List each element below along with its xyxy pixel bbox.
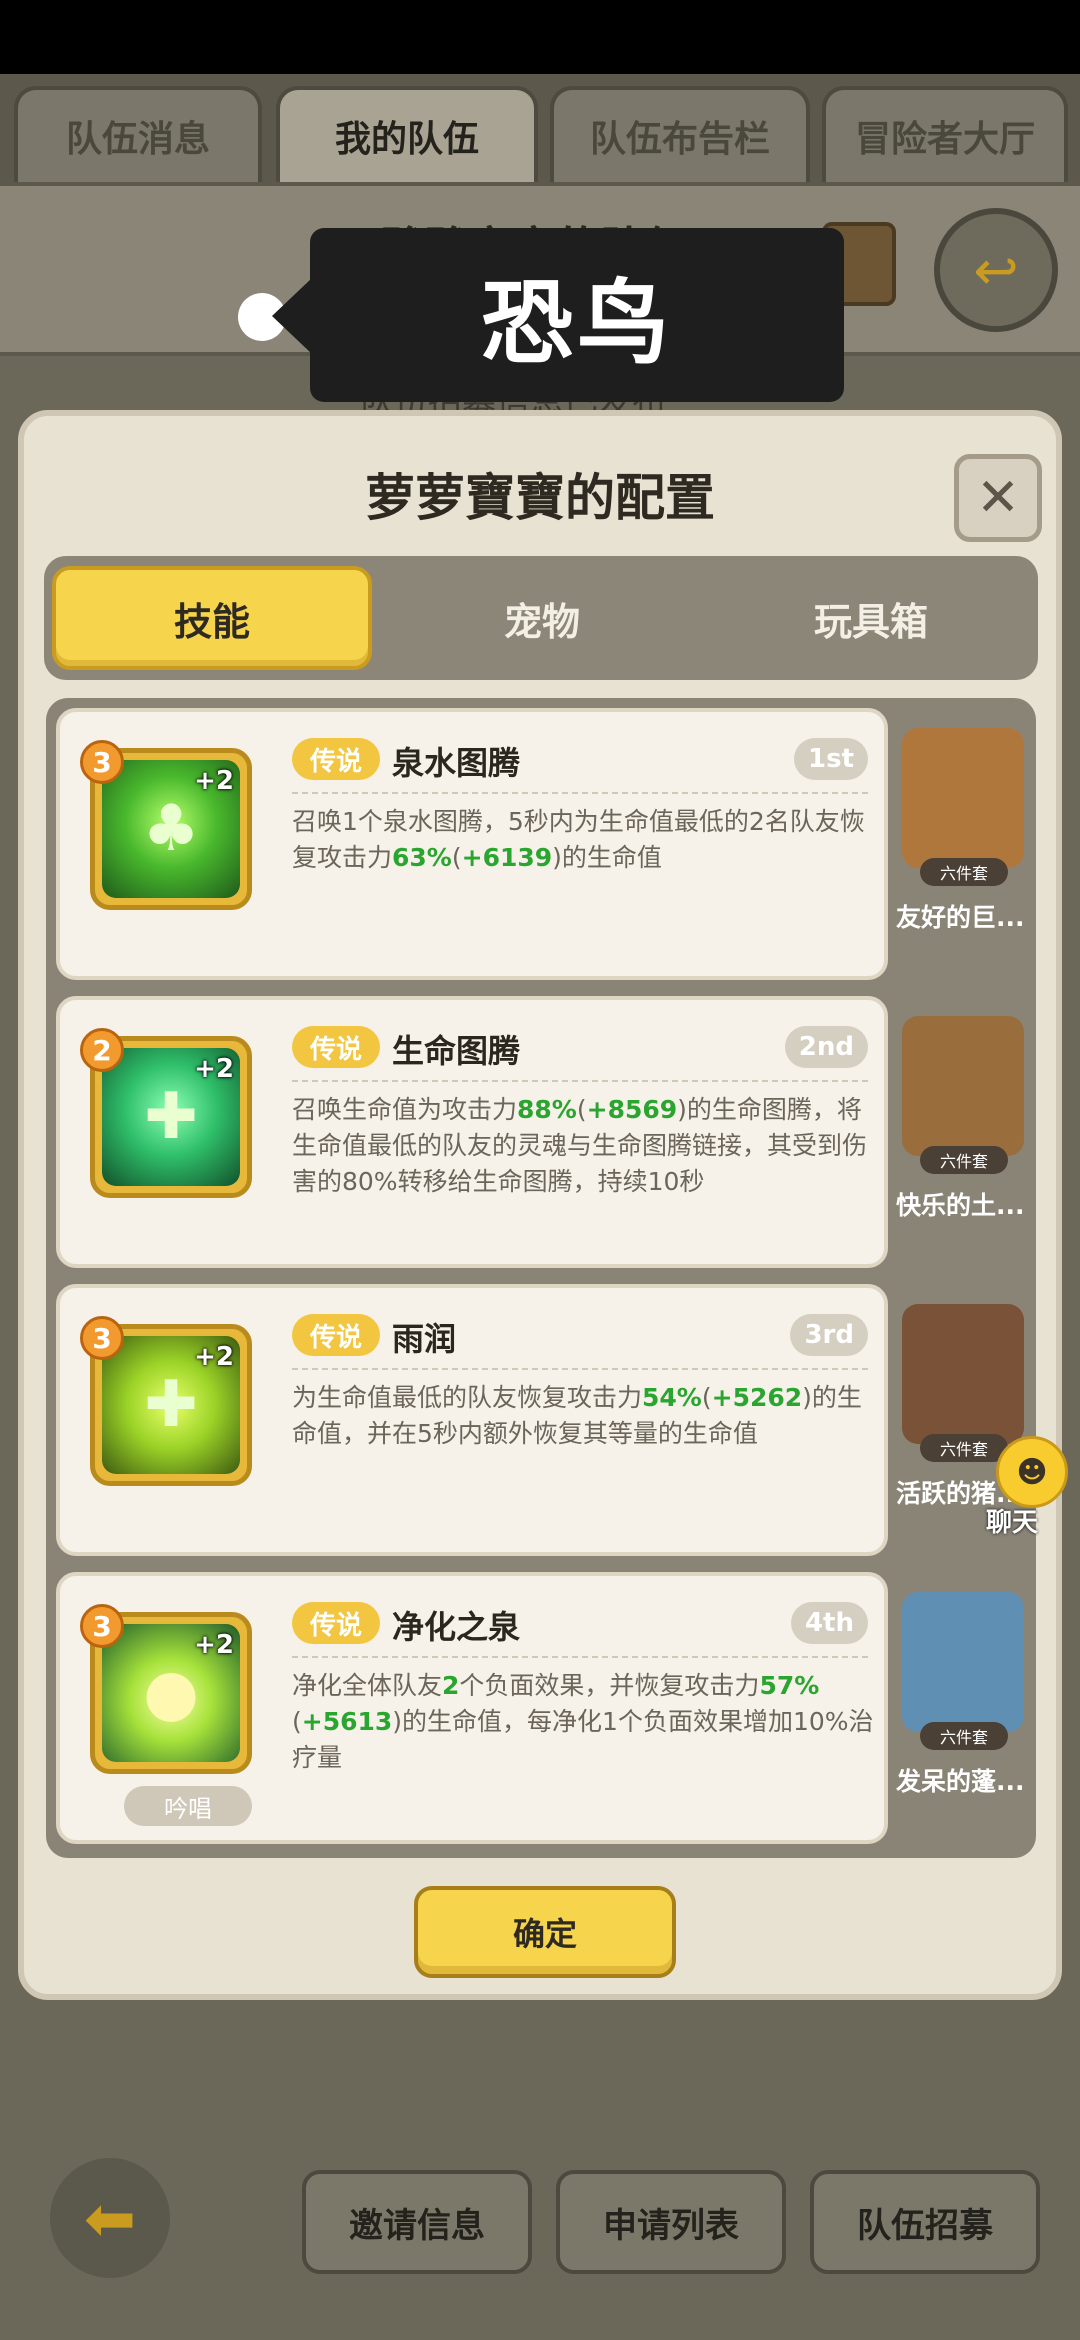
divider [292, 1368, 868, 1370]
tab-pets[interactable]: 宠物 [382, 566, 702, 670]
config-tab-bar: 技能 宠物 玩具箱 [44, 556, 1038, 680]
upgrade-badge: +2 [194, 1630, 234, 1660]
rarity-badge: 传说 [292, 1314, 380, 1356]
totem-icon: ♣ [142, 792, 200, 866]
upgrade-badge: +2 [194, 1342, 234, 1372]
chat-icon: ☻ [996, 1436, 1068, 1508]
level-badge: 2 [80, 1028, 124, 1072]
pet-set-badge: 六件套 [920, 858, 1008, 886]
upgrade-badge: +2 [194, 766, 234, 796]
pet-set-badge: 六件套 [920, 1722, 1008, 1750]
config-dialog: 萝萝寶寶的配置 ✕ 技能 宠物 玩具箱 ♣ +2 3 传说 泉水图腾 1st 召… [18, 410, 1062, 2000]
rank-badge: 2nd [784, 1026, 868, 1068]
skill-card[interactable]: ✚ +2 2 传说 生命图腾 2nd 召唤生命值为攻击力88%(+8569)的生… [56, 996, 888, 1268]
pet-slot[interactable]: 六件套 友好的巨... [896, 708, 1032, 980]
skill-list[interactable]: ♣ +2 3 传说 泉水图腾 1st 召唤1个泉水图腾，5秒内为生命值最低的2名… [46, 698, 1036, 1858]
skill-description: 为生命值最低的队友恢复攻击力54%(+5262)的生命值，并在5秒内额外恢复其等… [292, 1383, 862, 1448]
tab-team-messages[interactable]: 队伍消息 [14, 86, 262, 182]
pet-slot[interactable]: 六件套 发呆的蓬... [896, 1572, 1032, 1844]
level-badge: 3 [80, 1604, 124, 1648]
divider [292, 1656, 868, 1658]
divider [292, 792, 868, 794]
invite-info-button[interactable]: 邀请信息 [302, 2170, 532, 2274]
status-bar [0, 0, 1080, 74]
rank-badge: 4th [790, 1602, 868, 1644]
dialog-title: 萝萝寶寶的配置 [365, 469, 715, 527]
skill-description: 净化全体队友2个负面效果，并恢复攻击力57%(+5613)的生命值，每净化1个负… [292, 1671, 874, 1772]
pet-name: 发呆的蓬... [896, 1767, 1025, 1796]
divider [292, 1080, 868, 1082]
totem-icon: ✚ [144, 1080, 198, 1154]
skill-card[interactable]: ♣ +2 3 传说 泉水图腾 1st 召唤1个泉水图腾，5秒内为生命值最低的2名… [56, 708, 888, 980]
skill-name: 净化之泉 [392, 1608, 521, 1646]
tab-toy-box[interactable]: 玩具箱 [712, 566, 1030, 670]
chat-label: 聊天 [986, 1508, 1039, 1538]
tab-adventurer-hall[interactable]: 冒险者大厅 [822, 86, 1068, 182]
chat-button[interactable]: ☻ 聊天 [980, 1436, 1072, 1556]
level-badge: 3 [80, 1316, 124, 1360]
level-badge: 3 [80, 740, 124, 784]
skill-card[interactable]: ✚ +2 3 传说 雨润 3rd 为生命值最低的队友恢复攻击力54%(+5262… [56, 1284, 888, 1556]
application-list-button[interactable]: 申请列表 [556, 2170, 786, 2274]
heal-cross-icon: ✚ [144, 1368, 198, 1442]
pet-slot[interactable]: 六件套 快乐的土... [896, 996, 1032, 1268]
close-icon: ✕ [976, 468, 1020, 528]
pet-name: 快乐的土... [896, 1191, 1025, 1220]
skill-description: 召唤1个泉水图腾，5秒内为生命值最低的2名队友恢复攻击力63%(+6139)的生… [292, 807, 865, 872]
skill-description: 召唤生命值为攻击力88%(+8569)的生命图腾，将生命值最低的队友的灵魂与生命… [292, 1095, 868, 1196]
exit-arrow-icon: ↩ [973, 238, 1019, 302]
tooltip-popup: 恐鸟 [272, 228, 844, 402]
top-tab-bar: 队伍消息 我的队伍 队伍布告栏 冒险者大厅 [0, 74, 1080, 186]
rank-badge: 1st [794, 738, 868, 780]
tab-skills[interactable]: 技能 [52, 566, 372, 670]
confirm-button[interactable]: 确定 [414, 1886, 676, 1978]
upgrade-badge: +2 [194, 1054, 234, 1084]
pet-set-badge: 六件套 [920, 1146, 1008, 1174]
tab-team-board[interactable]: 队伍布告栏 [550, 86, 810, 182]
chant-tag: 吟唱 [124, 1786, 252, 1826]
pet-avatar [902, 728, 1024, 868]
skill-name: 生命图腾 [392, 1032, 521, 1070]
back-arrow-icon: ⬅ [84, 2181, 136, 2255]
rarity-badge: 传说 [292, 1026, 380, 1068]
water-drop-icon: ● [143, 1656, 199, 1730]
skill-name: 泉水图腾 [392, 744, 521, 782]
back-button[interactable]: ⬅ [50, 2158, 170, 2278]
skill-name: 雨润 [392, 1320, 457, 1358]
pet-avatar [902, 1016, 1024, 1156]
close-button[interactable]: ✕ [954, 454, 1042, 542]
rank-badge: 3rd [790, 1314, 868, 1356]
rarity-badge: 传说 [292, 1602, 380, 1644]
rarity-badge: 传说 [292, 738, 380, 780]
pet-avatar [902, 1304, 1024, 1444]
exit-team-button[interactable]: ↩ [934, 208, 1058, 332]
pet-name: 友好的巨... [896, 903, 1025, 932]
pet-avatar [902, 1592, 1024, 1732]
tooltip-text: 恐鸟 [480, 269, 673, 377]
team-recruit-button[interactable]: 队伍招募 [810, 2170, 1040, 2274]
tab-my-team[interactable]: 我的队伍 [276, 86, 538, 182]
skill-card[interactable]: ● +2 3 吟唱 传说 净化之泉 4th 净化全体队友2个负面效果，并恢复攻击… [56, 1572, 888, 1844]
